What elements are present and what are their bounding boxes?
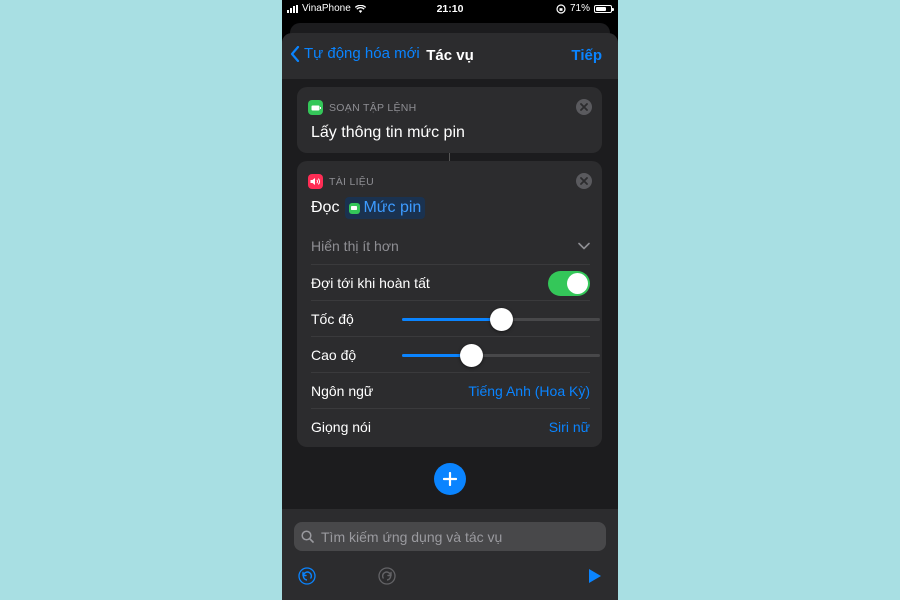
rate-slider-thumb[interactable] bbox=[490, 308, 513, 331]
action-title: Lấy thông tin mức pin bbox=[311, 124, 465, 141]
speaker-app-icon bbox=[308, 174, 323, 189]
show-less-label: Hiển thị ít hơn bbox=[311, 238, 399, 254]
pitch-slider-thumb[interactable] bbox=[460, 344, 484, 367]
orientation-lock-icon bbox=[556, 3, 566, 14]
wait-toggle[interactable] bbox=[548, 270, 590, 296]
close-icon bbox=[580, 177, 588, 185]
remove-action-button[interactable] bbox=[576, 99, 592, 115]
battery-fill bbox=[596, 6, 606, 11]
add-action-button[interactable] bbox=[434, 463, 466, 495]
search-input[interactable] bbox=[319, 527, 593, 546]
wait-label: Đợi tới khi hoàn tất bbox=[311, 275, 430, 291]
chevron-down-icon bbox=[578, 242, 590, 250]
action-category-label: SOẠN TẬP LỆNH bbox=[329, 101, 417, 114]
next-button[interactable]: Tiếp bbox=[571, 47, 602, 64]
wait-until-finished-row: Đợi tới khi hoàn tất bbox=[311, 264, 590, 301]
chevron-left-icon bbox=[290, 45, 300, 62]
redo-icon[interactable] bbox=[378, 567, 396, 585]
battery-level-variable[interactable]: Mức pin bbox=[345, 197, 426, 219]
pitch-label: Cao độ bbox=[311, 347, 357, 363]
navigation-bar: Tự động hóa mới Tác vụ Tiếp bbox=[282, 33, 618, 79]
pitch-slider[interactable] bbox=[402, 344, 600, 367]
voice-value[interactable]: Siri nữ bbox=[549, 419, 590, 435]
undo-icon[interactable] bbox=[298, 567, 316, 585]
action-connector bbox=[449, 153, 450, 161]
toggle-knob bbox=[567, 272, 588, 294]
plus-icon bbox=[443, 472, 457, 486]
rate-label: Tốc độ bbox=[311, 311, 354, 327]
speak-verb: Đọc bbox=[311, 199, 340, 216]
language-label: Ngôn ngữ bbox=[311, 383, 374, 399]
phone-screen: VinaPhone 21:10 71% Tự động hóa mới Tác … bbox=[282, 0, 618, 600]
rate-row: Tốc độ bbox=[311, 300, 600, 337]
voice-row[interactable]: Giọng nói Siri nữ bbox=[311, 408, 590, 445]
action-card-get-battery[interactable]: SOẠN TẬP LỆNH Lấy thông tin mức pin bbox=[297, 87, 602, 153]
back-button-label: Tự động hóa mới bbox=[304, 45, 420, 62]
action-category-label: TÀI LIỆU bbox=[329, 175, 374, 188]
search-field[interactable] bbox=[294, 522, 606, 551]
bottom-bar bbox=[282, 509, 618, 600]
back-button[interactable]: Tự động hóa mới bbox=[290, 45, 420, 62]
status-bar: VinaPhone 21:10 71% bbox=[282, 0, 618, 18]
actions-list: SOẠN TẬP LỆNH Lấy thông tin mức pin TÀI … bbox=[282, 79, 618, 509]
voice-label: Giọng nói bbox=[311, 419, 371, 435]
rate-slider[interactable] bbox=[402, 308, 600, 331]
close-icon bbox=[580, 103, 588, 111]
battery-icon bbox=[594, 4, 614, 13]
play-icon[interactable] bbox=[588, 568, 602, 584]
search-icon bbox=[301, 530, 314, 543]
battery-app-icon bbox=[308, 100, 323, 115]
variable-label: Mức pin bbox=[363, 199, 422, 216]
rate-slider-fill bbox=[402, 318, 501, 321]
battery-variable-icon bbox=[349, 202, 361, 214]
speak-parameter-row: Đọc Mức pin bbox=[311, 197, 426, 219]
automation-sheet: Tự động hóa mới Tác vụ Tiếp SOẠN TẬP LỆN… bbox=[282, 33, 618, 600]
show-less-toggle[interactable]: Hiển thị ít hơn bbox=[311, 228, 590, 264]
pitch-row: Cao độ bbox=[311, 336, 600, 373]
battery-percent: 71% bbox=[569, 3, 590, 14]
action-card-speak-text[interactable]: TÀI LIỆU Đọc Mức pin Hiển thị ít hơn Đợi… bbox=[297, 161, 602, 447]
language-row[interactable]: Ngôn ngữ Tiếng Anh (Hoa Kỳ) bbox=[311, 372, 590, 409]
remove-action-button[interactable] bbox=[576, 173, 592, 189]
language-value[interactable]: Tiếng Anh (Hoa Kỳ) bbox=[468, 383, 590, 399]
